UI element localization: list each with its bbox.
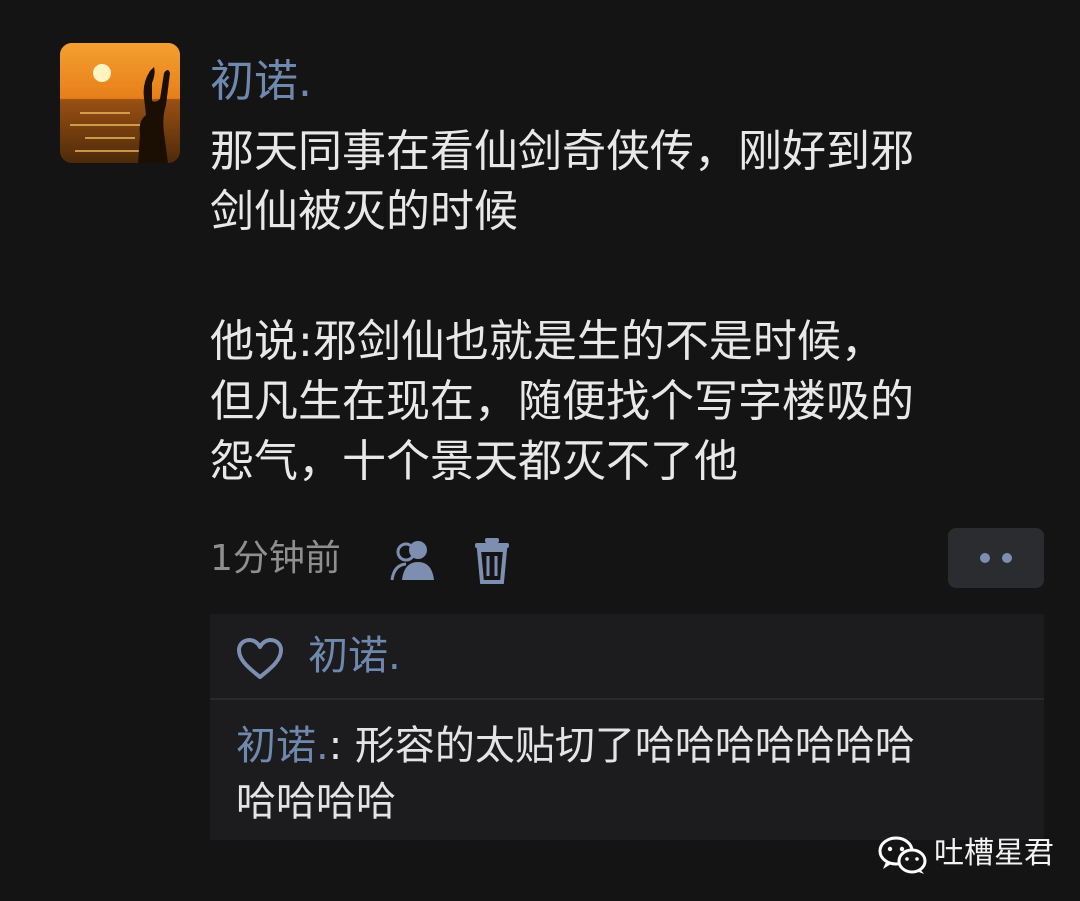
post-body-line: 但凡生在现在，随便找个写字楼吸的 <box>210 376 914 427</box>
liker-name[interactable]: 初诺. <box>308 628 401 684</box>
post-body-line: 那天同事在看仙剑奇侠传，刚好到邪 <box>210 126 914 177</box>
avatar[interactable] <box>60 43 180 163</box>
more-dots-icon <box>980 553 990 563</box>
commenter-name[interactable]: 初诺. <box>236 723 329 769</box>
comment-line: 哈哈哈哈 <box>236 779 396 825</box>
comment-item[interactable]: 初诺.: 形容的太贴切了哈哈哈哈哈哈哈 哈哈哈哈 <box>236 718 1026 830</box>
wechat-icon <box>878 836 928 876</box>
post-body-line: 怨气，十个景天都灭不了他 <box>210 436 738 487</box>
post-body-line: 剑仙被灭的时候 <box>210 186 518 237</box>
post-body: 那天同事在看仙剑奇侠传，刚好到邪 剑仙被灭的时候 他说:邪剑仙也就是生的不是时候… <box>210 122 1040 492</box>
likes-row: 初诺. <box>210 614 1044 700</box>
people-icon[interactable] <box>388 538 440 582</box>
avatar-image <box>60 43 180 163</box>
watermark: 吐槽星君 <box>878 832 1058 876</box>
comment-text: 形容的太贴切了哈哈哈哈哈哈哈 <box>342 723 915 769</box>
post-body-line: 他说:邪剑仙也就是生的不是时候， <box>210 316 885 367</box>
comment-separator: : <box>328 723 343 769</box>
heart-icon <box>236 638 284 680</box>
comment-line: 初诺.: 形容的太贴切了哈哈哈哈哈哈哈 <box>236 718 1026 774</box>
more-dots-icon <box>1002 553 1012 563</box>
post-meta-row: 1分钟前 <box>210 528 1050 590</box>
post-author-name[interactable]: 初诺. <box>210 52 312 112</box>
interaction-panel: 初诺. 初诺.: 形容的太贴切了哈哈哈哈哈哈哈 哈哈哈哈 <box>210 614 1044 840</box>
watermark-text: 吐槽星君 <box>934 836 1054 871</box>
more-button[interactable] <box>948 528 1044 588</box>
post-timestamp: 1分钟前 <box>210 538 341 579</box>
trash-icon[interactable] <box>472 536 512 584</box>
